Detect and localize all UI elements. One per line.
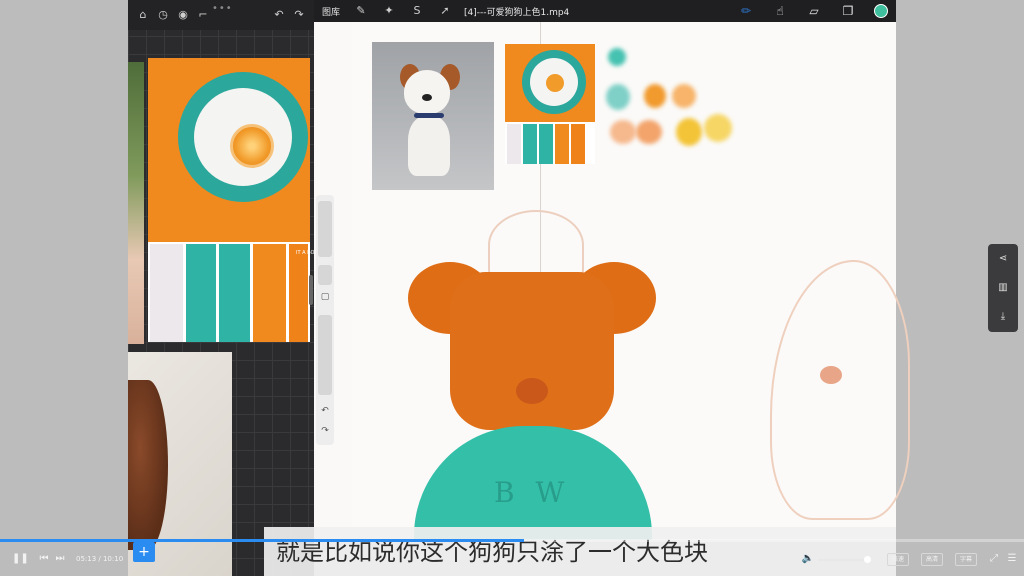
undo-icon[interactable]: ↶	[319, 405, 331, 417]
palette-swatch	[555, 124, 569, 164]
palette-swatch	[539, 124, 553, 164]
dog-head	[404, 70, 450, 114]
palette-swatch	[219, 244, 251, 342]
palette-swatch	[571, 124, 585, 164]
bear-nose	[516, 378, 548, 404]
fullscreen-icon[interactable]: ⤢	[986, 551, 1002, 567]
split-divider-handle[interactable]	[309, 275, 313, 305]
progress-fill	[0, 539, 525, 542]
sketch-hat	[488, 210, 584, 280]
color-blob	[610, 120, 636, 144]
layers-icon[interactable]: ❐	[840, 3, 856, 19]
redo-icon[interactable]: ↷	[319, 425, 331, 437]
eye-icon[interactable]: ◉	[176, 8, 190, 22]
volume-icon[interactable]: 🔈	[800, 551, 816, 567]
next-icon[interactable]: ⏭	[52, 551, 68, 567]
orange-slice	[230, 124, 274, 168]
palette-swatch	[507, 124, 521, 164]
reference-plush-bear	[128, 380, 168, 550]
drag-handle-icon[interactable]: •••	[212, 3, 233, 14]
selection-icon[interactable]: S	[410, 4, 424, 18]
color-blob	[676, 118, 702, 146]
drawing-toolbar: 图库 ✎ ✦ S ➚ [4]---可爱狗狗上色1.mp4 ✏ ☝ ▱ ❐	[314, 0, 896, 22]
dog-nose	[422, 94, 432, 101]
speed-button[interactable]: 倍速	[887, 553, 910, 566]
palette-swatch	[253, 244, 286, 342]
home-icon[interactable]: ⌂	[136, 8, 150, 22]
palette-swatch	[185, 244, 217, 342]
reference-image-palette	[505, 44, 595, 164]
eraser-icon[interactable]: ▱	[806, 3, 822, 19]
captions-button[interactable]: 字幕	[955, 553, 978, 566]
wrench-icon[interactable]: ✎	[354, 4, 368, 18]
volume-slider[interactable]	[818, 559, 868, 561]
floating-action-bar: ⋖ ▥ ⤓	[988, 244, 1018, 332]
color-blob	[608, 48, 626, 66]
opacity-slider[interactable]	[318, 315, 332, 395]
opacity-slider-top[interactable]	[318, 265, 332, 285]
color-picker-button[interactable]	[874, 4, 888, 18]
time-display: 05:13 / 10:10	[76, 555, 124, 563]
color-blob	[636, 120, 662, 144]
brush-size-sidebar: ▢ ↶ ↷	[316, 195, 334, 445]
palette-swatch	[288, 244, 308, 342]
bear-head	[450, 272, 614, 430]
redo-icon[interactable]: ↷	[292, 8, 306, 22]
magic-wand-icon[interactable]: ✦	[382, 4, 396, 18]
color-blob	[704, 114, 732, 142]
palette-swatch	[150, 244, 183, 342]
volume-knob[interactable]	[864, 556, 871, 563]
palette-swatch	[523, 124, 537, 164]
quality-button[interactable]: 高清	[921, 553, 944, 566]
share-icon[interactable]: ⋖	[996, 252, 1010, 266]
previous-icon[interactable]: ⏮	[36, 551, 52, 567]
modify-button-icon[interactable]: ▢	[319, 291, 331, 303]
gallery-button[interactable]: 图库	[322, 5, 340, 18]
color-blob	[606, 84, 630, 110]
file-title: [4]---可爱狗狗上色1.mp4	[464, 8, 570, 18]
player-controls: ❚❚ ⏮ ⏭ 05:13 / 10:10 🔈 倍速 高清 字幕 ⤢ ☰	[0, 546, 1024, 572]
undo-icon[interactable]: ↶	[272, 8, 286, 22]
transform-icon[interactable]: ➚	[438, 4, 452, 18]
trash-icon[interactable]: ▥	[996, 281, 1010, 295]
download-icon[interactable]: ⤓	[996, 310, 1010, 324]
pause-icon[interactable]: ❚❚	[12, 551, 29, 567]
color-blob	[672, 84, 696, 108]
shirt-lettering: B W	[494, 476, 571, 509]
palette-swatches	[148, 244, 310, 342]
settings-icon[interactable]: ☰	[1004, 551, 1020, 567]
crop-icon[interactable]: ⌐	[196, 8, 210, 22]
brush-size-slider[interactable]	[318, 201, 332, 257]
brush-icon[interactable]: ✏	[738, 3, 754, 19]
timer-icon[interactable]: ◷	[156, 8, 170, 22]
reference-photo-plant	[128, 62, 144, 344]
video-frame: ⌂ ◷ ◉ ⌐ ↶ ↷ ••• IT A BO SIA 图库 ✎ ✦ S ➚ […	[0, 0, 1024, 576]
sketch-nose	[820, 366, 842, 384]
color-blob	[644, 84, 666, 108]
dog-body	[408, 116, 450, 176]
dog-collar	[414, 113, 444, 118]
smudge-icon[interactable]: ☝	[772, 3, 788, 19]
